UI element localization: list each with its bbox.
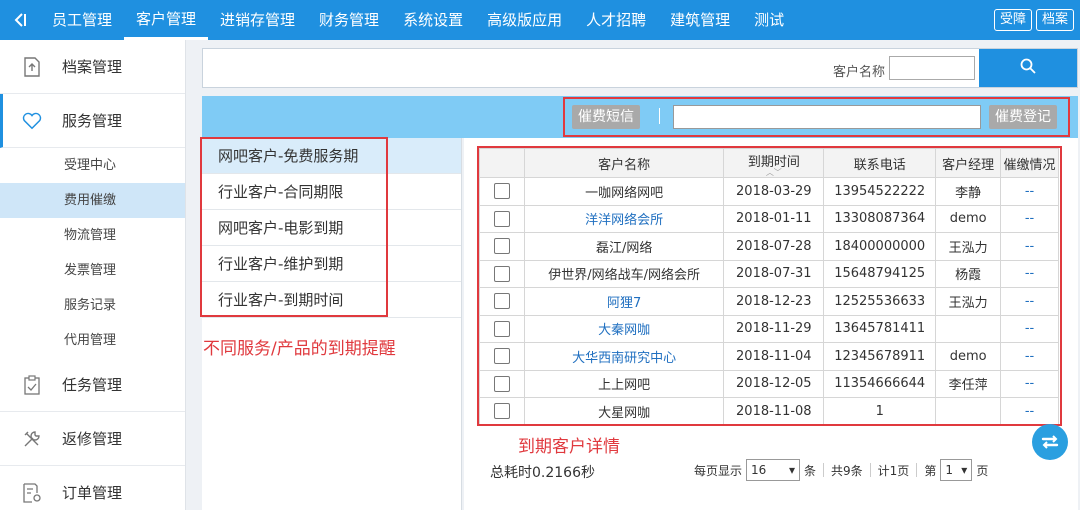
page-select[interactable]: 1 ▾ [940,459,973,481]
fault-button[interactable]: 受障 [993,9,1032,31]
sidebar-item-label: 订单管理 [62,484,123,502]
nav-items: 员工管理 客户管理 进销存管理 财务管理 系统设置 高级版应用 人才招聘 建筑管理 测试 [40,0,796,40]
divider [916,463,918,477]
highlight-box-action-bar [563,97,1070,137]
search-button[interactable] [979,49,1077,87]
sidebar-subitem[interactable]: 物流管理 [0,218,185,253]
highlight-box-categories [200,137,388,317]
right-annotation: 到期客户详情 [518,437,620,457]
divider [869,463,871,477]
search-bar: 客户名称 [202,48,1078,88]
search-icon [1020,58,1036,78]
left-annotation: 不同服务/产品的到期提醒 [203,339,396,359]
customer-name-input[interactable] [889,56,975,80]
sidebar-item-label: 任务管理 [62,376,123,394]
nav-tab[interactable]: 员工管理 [40,0,124,40]
sidebar-item-tasks[interactable]: 任务管理 [0,358,185,412]
order-settings-icon [22,482,42,503]
page-count: 计1页 [877,463,910,478]
nav-tab[interactable]: 系统设置 [391,0,475,40]
page-value: 1 [945,463,953,477]
sidebar-subitem[interactable]: 代用管理 [0,323,185,358]
sidebar-item-label: 服务管理 [62,112,123,130]
sidebar-item-label: 档案管理 [62,58,123,76]
top-right-buttons: 受障 档案 [993,9,1074,31]
file-upload-icon [22,56,42,77]
table-footer: 总耗时0.2166秒 每页显示 16 ▾ 条 共9条 计1页 第 1 ▾ 页 [464,455,1078,485]
nav-tab[interactable]: 测试 [742,0,796,40]
chevron-down-icon: ▾ [961,463,968,477]
heart-icon [22,111,42,131]
collapse-icon[interactable] [0,0,40,40]
nav-tab[interactable]: 财务管理 [307,0,391,40]
chevron-down-icon: ▾ [788,463,796,477]
nav-tab[interactable]: 客户管理 [124,0,209,40]
sidebar: 档案管理 服务管理 受理中心 费用催缴 物流管理 发票管理 服务记录 代用管理 任务管理 … [0,40,186,510]
top-nav: 员工管理 客户管理 进销存管理 财务管理 系统设置 高级版应用 人才招聘 建筑管理 测试 受障 … [0,0,1080,40]
sidebar-sub-items: 受理中心 费用催缴 物流管理 发票管理 服务记录 代用管理 [0,148,185,358]
sidebar-item-repair[interactable]: 返修管理 [0,412,185,466]
archive-button[interactable]: 档案 [1035,9,1074,31]
sidebar-subitem[interactable]: 服务记录 [0,288,185,323]
sidebar-subitem[interactable]: 费用催缴 [0,183,185,218]
floating-assistant-icon[interactable] [1032,424,1068,460]
per-page-value: 16 [751,463,767,477]
page-suffix: 页 [976,463,989,478]
nav-tab[interactable]: 进销存管理 [208,0,307,40]
nav-tab[interactable]: 人才招聘 [574,0,658,40]
sidebar-subitem[interactable]: 受理中心 [0,148,185,183]
elapsed-time: 总耗时0.2166秒 [490,465,595,481]
search-label: 客户名称 [832,65,885,80]
nav-tab[interactable]: 高级版应用 [475,0,574,40]
per-page-label: 每页显示 [694,463,743,478]
app-root: 员工管理 客户管理 进销存管理 财务管理 系统设置 高级版应用 人才招聘 建筑管理 测试 受障 … [0,0,1080,510]
per-page-select[interactable]: 16 ▾ [746,459,801,481]
pager: 每页显示 16 ▾ 条 共9条 计1页 第 1 ▾ 页 [694,459,988,481]
sidebar-subitem[interactable]: 发票管理 [0,253,185,288]
nav-tab[interactable]: 建筑管理 [658,0,742,40]
sidebar-item-archive[interactable]: 档案管理 [0,40,185,94]
page-prefix: 第 [924,463,937,478]
tools-icon [22,429,42,449]
clipboard-check-icon [22,374,42,395]
per-page-unit: 条 [804,463,817,478]
sidebar-item-label: 返修管理 [62,430,123,448]
highlight-box-table [477,146,1062,426]
total-count: 共9条 [831,463,863,478]
sidebar-item-orders[interactable]: 订单管理 [0,466,185,510]
sidebar-item-service[interactable]: 服务管理 [0,94,185,148]
divider [823,463,825,477]
